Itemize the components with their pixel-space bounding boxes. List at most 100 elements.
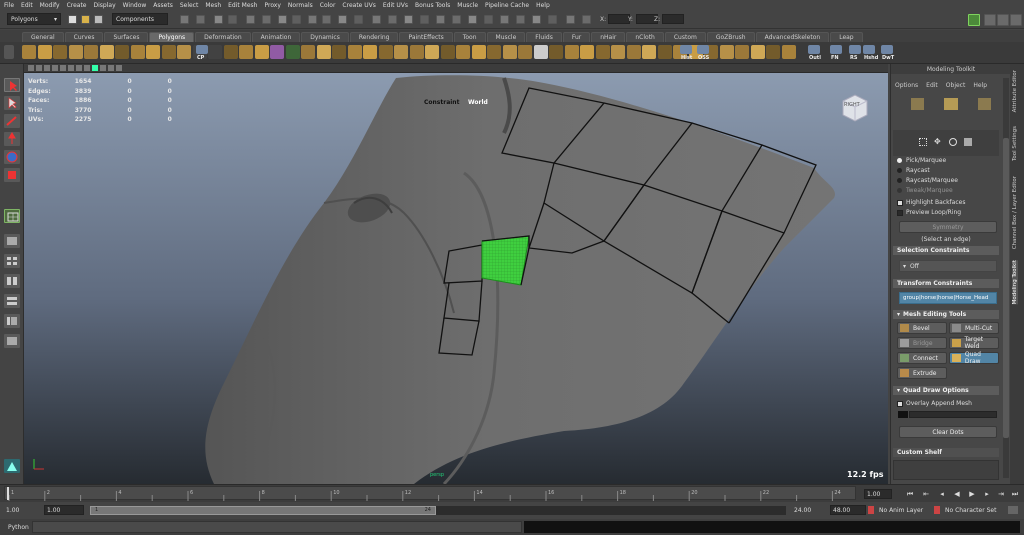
select-mode-3[interactable]: Tweak/Marquee xyxy=(897,187,953,194)
status-tool-icon[interactable] xyxy=(566,15,575,24)
new-scene-icon[interactable] xyxy=(68,15,77,24)
quad-draw-options-header[interactable]: ▾ Quad Draw Options xyxy=(893,386,999,395)
shelf-tool-icon[interactable] xyxy=(549,45,563,59)
status-tool-icon[interactable] xyxy=(484,15,493,24)
viewport-tool-icon[interactable] xyxy=(116,65,122,71)
move-tool-icon[interactable] xyxy=(4,132,20,146)
oss-shelf-icon[interactable] xyxy=(697,45,709,54)
current-frame-field[interactable]: 1.00 xyxy=(864,489,892,499)
viewport-tool-icon[interactable] xyxy=(36,65,42,71)
rotate-tool-icon[interactable] xyxy=(4,150,20,164)
shelf-tool-icon[interactable] xyxy=(720,45,734,59)
go-to-end-icon[interactable]: ⏭ xyxy=(1010,489,1020,499)
selection-constraint-dropdown[interactable]: ▾ Off xyxy=(899,260,997,272)
transform-target-field[interactable]: group|horse|horse|Horse_Head xyxy=(899,292,997,304)
shelf-tool-icon[interactable] xyxy=(518,45,532,59)
menu-edit-mesh[interactable]: Edit Mesh xyxy=(228,2,257,9)
shelf-tool-icon[interactable] xyxy=(456,45,470,59)
tab-painteffects[interactable]: PaintEffects xyxy=(399,32,453,42)
bridge-button[interactable]: Bridge xyxy=(897,337,947,349)
status-tool-icon[interactable] xyxy=(532,15,541,24)
viewport-tool-icon[interactable] xyxy=(100,65,106,71)
shelf-tool-icon[interactable] xyxy=(766,45,780,59)
go-to-start-icon[interactable]: ⏮ xyxy=(905,489,915,499)
status-tool-icon[interactable] xyxy=(228,15,237,24)
status-tool-icon[interactable] xyxy=(308,15,317,24)
selection-constraints-header[interactable]: Selection Constraints xyxy=(893,246,999,255)
bevel-button[interactable]: Bevel xyxy=(897,322,947,334)
viewport-tool-icon[interactable] xyxy=(84,65,90,71)
preview-loop-checkbox[interactable] xyxy=(897,209,903,216)
start-time-field[interactable]: 1.00 xyxy=(4,505,40,515)
shelf-tool-icon[interactable] xyxy=(348,45,362,59)
radio-icon[interactable] xyxy=(897,188,902,193)
menu-edit[interactable]: Edit xyxy=(21,2,33,9)
layout-graph-icon[interactable] xyxy=(4,334,20,348)
overlay-opacity-slider[interactable] xyxy=(909,411,997,418)
shelf-tool-icon[interactable] xyxy=(503,45,517,59)
shelf-tool-icon[interactable] xyxy=(379,45,393,59)
status-tool-icon[interactable] xyxy=(436,15,445,24)
current-frame-marker[interactable] xyxy=(7,487,9,500)
menu-proxy[interactable]: Proxy xyxy=(264,2,280,9)
play-backward-icon[interactable]: ◀ xyxy=(952,489,962,499)
overlay-append-row[interactable]: Overlay Append Mesh xyxy=(897,400,972,407)
x-field[interactable] xyxy=(608,14,630,24)
attribute-editor-icon[interactable] xyxy=(984,14,996,26)
shelf-tool-icon[interactable] xyxy=(751,45,765,59)
shelf-tool-icon[interactable] xyxy=(363,45,377,59)
dwt-shelf-icon[interactable] xyxy=(881,45,893,54)
tab-attribute-editor[interactable]: Attribute Editor xyxy=(1012,70,1018,112)
lasso-tool-icon[interactable] xyxy=(4,96,20,110)
step-back-icon[interactable]: ◂ xyxy=(937,489,947,499)
rs-shelf-icon[interactable] xyxy=(849,45,861,54)
menu-display[interactable]: Display xyxy=(94,2,116,9)
shelf-tool-icon[interactable] xyxy=(534,45,548,59)
highlight-backfaces-row[interactable]: Highlight Backfaces xyxy=(897,199,965,206)
step-back-key-icon[interactable]: ⇤ xyxy=(921,489,931,499)
target-weld-button[interactable]: Target Weld xyxy=(949,336,999,350)
menu-modify[interactable]: Modify xyxy=(40,2,60,9)
shelf-tool-icon[interactable] xyxy=(22,45,36,59)
layout-side-icon[interactable] xyxy=(4,274,20,288)
anim-prefs-icon[interactable] xyxy=(1008,506,1018,514)
status-tool-icon[interactable] xyxy=(516,15,525,24)
shelf-tool-icon[interactable] xyxy=(472,45,486,59)
shelf-tool-icon[interactable] xyxy=(642,45,656,59)
viewport-tool-icon[interactable] xyxy=(92,65,98,71)
shelf-tool-icon[interactable] xyxy=(177,45,191,59)
highlight-backfaces-checkbox[interactable] xyxy=(897,199,903,206)
tab-general[interactable]: General xyxy=(22,32,64,42)
scale-tool-icon[interactable] xyxy=(4,168,20,182)
shelf-tool-icon[interactable] xyxy=(441,45,455,59)
shelf-tool-icon[interactable] xyxy=(131,45,145,59)
menu-create[interactable]: Create xyxy=(67,2,87,9)
soft-select-icon[interactable] xyxy=(949,138,957,146)
viewport-tool-icon[interactable] xyxy=(28,65,34,71)
tab-fur[interactable]: Fur xyxy=(562,32,591,42)
end-time-field[interactable]: 48.00 xyxy=(830,505,866,515)
anim-layer-dropdown[interactable]: No Anim Layer xyxy=(877,505,929,515)
panel-menu-edit[interactable]: Edit xyxy=(926,82,938,89)
panel-scrollbar-thumb[interactable] xyxy=(1003,138,1009,438)
radio-icon[interactable] xyxy=(897,168,902,173)
symmetry-button[interactable]: Symmetry xyxy=(899,221,997,233)
menu-normals[interactable]: Normals xyxy=(288,2,313,9)
shelf-tool-icon[interactable] xyxy=(69,45,83,59)
quad-draw-button[interactable]: Quad Draw xyxy=(949,351,999,365)
viewport-tool-icon[interactable] xyxy=(68,65,74,71)
step-forward-key-icon[interactable]: ⇥ xyxy=(996,489,1006,499)
panel-scrollbar[interactable] xyxy=(1003,78,1009,478)
viewport-tool-icon[interactable] xyxy=(76,65,82,71)
tab-ncloth[interactable]: nCloth xyxy=(626,32,664,42)
shelf-tool-icon[interactable] xyxy=(239,45,253,59)
mesh-editing-tools-header[interactable]: ▾ Mesh Editing Tools xyxy=(893,310,999,319)
z-field[interactable] xyxy=(662,14,684,24)
radio-icon[interactable] xyxy=(897,158,902,163)
custom-shelf-header[interactable]: Custom Shelf xyxy=(893,448,999,457)
status-tool-icon[interactable] xyxy=(292,15,301,24)
connect-button[interactable]: Connect xyxy=(897,352,947,364)
playback-start-field[interactable]: 1.00 xyxy=(44,505,84,515)
menu-bonus-tools[interactable]: Bonus Tools xyxy=(415,2,450,9)
menu-assets[interactable]: Assets xyxy=(153,2,173,9)
